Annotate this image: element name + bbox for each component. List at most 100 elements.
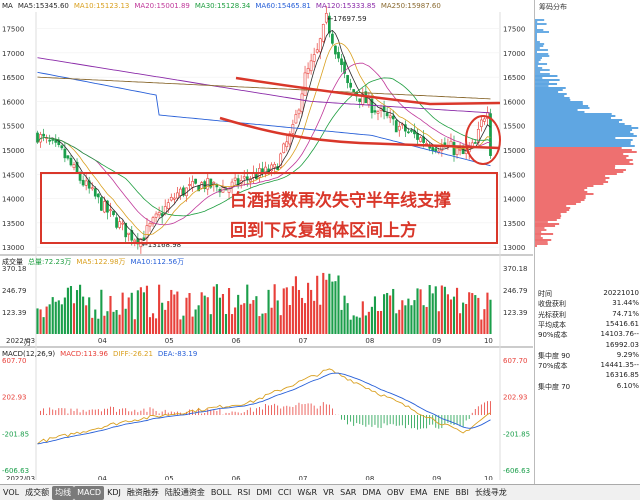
tab-6[interactable]: 陆股通资金 xyxy=(162,486,208,500)
candle-body xyxy=(419,137,422,142)
price-axis-label-left: 15500 xyxy=(2,123,24,131)
stock-chart-window: 17500 17500 17000 17000 16500 16500 16000 16000… xyxy=(0,0,640,500)
volume-bar xyxy=(373,296,377,334)
volume-bar xyxy=(383,294,386,334)
volume-bar xyxy=(307,282,310,334)
tab-2[interactable]: 均线 xyxy=(52,485,75,500)
volume-bar xyxy=(75,290,79,334)
tab-16[interactable]: EMA xyxy=(407,486,430,500)
volume-bar xyxy=(66,287,69,334)
volume-bar xyxy=(115,310,118,334)
volume-bar xyxy=(91,317,94,334)
price-axis-label-right: 14000 xyxy=(503,196,525,204)
volume-bar xyxy=(60,304,63,334)
tab-7[interactable]: BOLL xyxy=(208,486,235,500)
volume-bar xyxy=(282,288,285,334)
volume-bar xyxy=(471,293,474,334)
date-label-upper: 04 xyxy=(98,337,107,345)
tab-5[interactable]: 融资融券 xyxy=(124,486,162,500)
volume-bar xyxy=(82,296,85,334)
tab-8[interactable]: RSI xyxy=(234,486,253,500)
chip-stat-value: 31.44% xyxy=(612,299,639,308)
tab-1[interactable]: 成交额 xyxy=(22,486,52,500)
tab-19[interactable]: 长线寻龙 xyxy=(472,486,510,500)
tab-0[interactable]: VOL xyxy=(0,486,22,500)
chip-stat-label: 集中度 70 xyxy=(538,382,571,391)
volume-bar xyxy=(197,305,200,334)
volume-bar xyxy=(459,313,462,334)
volume-bar xyxy=(109,295,112,334)
candle-body xyxy=(434,148,438,152)
tab-17[interactable]: ENE xyxy=(430,486,452,500)
volume-bar xyxy=(164,309,167,334)
chip-stat-row: 90%成本 14103.76-- xyxy=(538,330,639,340)
price-axis-label-left: 14000 xyxy=(2,196,24,204)
chip-stat-label: 90%成本 xyxy=(538,331,568,340)
tab-13[interactable]: SAR xyxy=(337,486,359,500)
candle-body xyxy=(452,142,456,156)
volume-bar xyxy=(36,308,39,334)
candle-body xyxy=(300,93,304,112)
tab-18[interactable]: BBI xyxy=(452,486,471,500)
volume-bar xyxy=(118,314,121,334)
tab-11[interactable]: W&R xyxy=(294,486,320,500)
volume-bar xyxy=(386,292,389,334)
volume-bar xyxy=(79,284,82,334)
volume-bar xyxy=(328,273,331,334)
candle-body xyxy=(315,49,319,53)
candle-body xyxy=(479,119,483,128)
volume-bar xyxy=(45,306,48,334)
volume-bar xyxy=(291,286,294,334)
volume-bar xyxy=(57,300,60,334)
volume-bar xyxy=(161,302,164,334)
volume-bar xyxy=(170,289,173,334)
price-axis-label-left: 17000 xyxy=(2,50,24,58)
volume-bar xyxy=(267,289,270,334)
volume-bar xyxy=(325,279,328,334)
volume-bar xyxy=(389,295,392,334)
chip-stat-value: 20221010 xyxy=(603,289,639,297)
price-axis-label-right: 15500 xyxy=(503,123,525,131)
candle-body xyxy=(273,163,277,168)
tab-9[interactable]: DMI xyxy=(253,486,274,500)
date-label-lower: 10 xyxy=(484,475,493,480)
chip-stat-row: 70%成本 14441.35-- xyxy=(538,361,639,371)
volume-bar xyxy=(63,297,66,334)
volume-bar xyxy=(191,316,194,334)
volume-bar xyxy=(209,314,212,334)
volume-bar xyxy=(212,286,215,334)
candle-body xyxy=(458,148,462,151)
date-label-lower: 09 xyxy=(432,475,441,480)
chip-stat-value: 16992.03 xyxy=(605,340,639,349)
candle-body xyxy=(66,155,70,159)
candle-body xyxy=(376,111,380,114)
candle-body xyxy=(318,38,322,53)
volume-bar xyxy=(319,304,322,334)
volume-ma5: MA5:122.98万 xyxy=(76,258,126,266)
volume-bar xyxy=(39,309,42,334)
candle-body xyxy=(321,24,325,42)
tab-4[interactable]: KDJ xyxy=(104,486,124,500)
ma60-line xyxy=(37,71,491,167)
ma120-value: MA120:15333.85 xyxy=(315,2,376,10)
tab-10[interactable]: CCI xyxy=(275,486,295,500)
volume-bar xyxy=(258,316,261,334)
candle-body xyxy=(303,72,307,96)
volume-bar xyxy=(85,305,88,334)
chip-panel-title: 筹码分布 xyxy=(539,3,567,11)
tab-15[interactable]: OBV xyxy=(384,486,407,500)
diff-value: DIFF:-26.21 xyxy=(113,350,153,358)
tab-12[interactable]: VR xyxy=(320,486,337,500)
volume-bar xyxy=(176,291,179,334)
volume-bar xyxy=(142,292,145,334)
dea-value: DEA:-83.19 xyxy=(157,350,198,358)
ma60-value: MA60:15465.81 xyxy=(255,2,311,10)
candle-body xyxy=(373,110,377,113)
volume-bar xyxy=(404,305,407,334)
tab-14[interactable]: DMA xyxy=(359,486,384,500)
tab-3[interactable]: MACD xyxy=(74,485,105,500)
volume-bar xyxy=(69,286,73,334)
volume-bar xyxy=(434,286,437,334)
volume-bar xyxy=(343,295,346,334)
candle-body xyxy=(60,145,64,149)
